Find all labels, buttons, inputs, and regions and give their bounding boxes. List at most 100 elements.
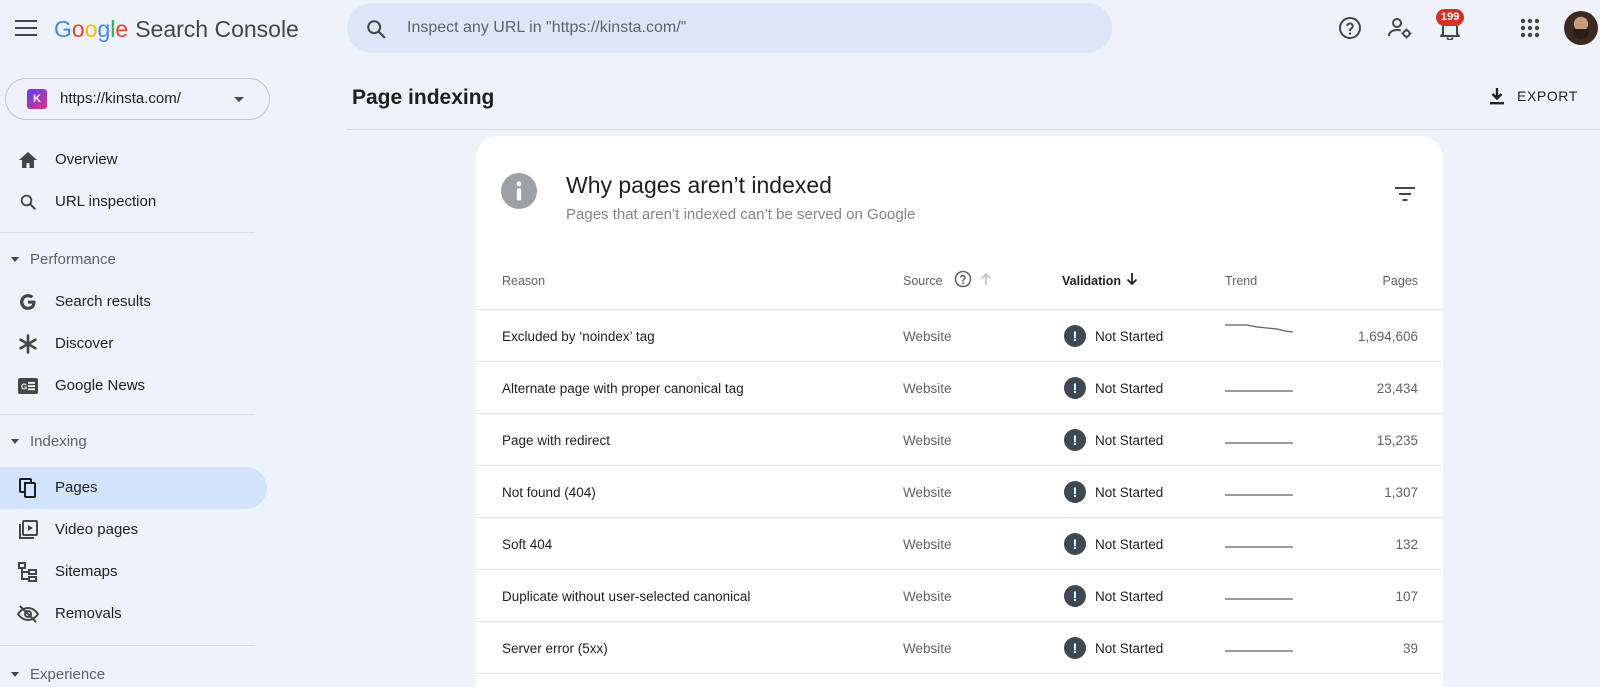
search-icon[interactable] (365, 18, 387, 40)
column-header-trend: Trend (1225, 274, 1258, 288)
row-validation-status: Not Started (1095, 381, 1164, 396)
sidebar-item-pages[interactable]: Pages (0, 467, 267, 509)
table-row[interactable]: Alternate page with proper canonical tag… (476, 361, 1443, 414)
product-name: Search Console (135, 16, 299, 42)
apps-grid-icon[interactable] (1516, 14, 1544, 42)
table-row[interactable]: Page with redirect Website ! Not Started… (476, 413, 1443, 466)
table-row[interactable]: Server error (5xx) Website ! Not Started… (476, 621, 1443, 674)
search-console-logo[interactable]: Google Search Console (54, 14, 299, 44)
collapse-arrow-icon (11, 257, 19, 262)
table-row[interactable]: Soft 404 Website ! Not Started 132 (476, 517, 1443, 570)
table-row[interactable]: Not found (404) Website ! Not Started 1,… (476, 465, 1443, 518)
sort-descending-icon[interactable] (1126, 272, 1138, 291)
row-source: Website (903, 485, 952, 500)
sidebar-item-overview[interactable]: Overview (0, 139, 267, 181)
trend-sparkline (1225, 324, 1294, 333)
row-reason: Page with redirect (502, 433, 611, 448)
table-row[interactable]: Duplicate without user-selected canonica… (476, 569, 1443, 622)
header-divider (347, 129, 1600, 130)
account-avatar[interactable] (1564, 11, 1598, 45)
page-title: Page indexing (352, 86, 495, 109)
row-pages-count: 132 (1395, 537, 1418, 552)
column-header-reason[interactable]: Reason (502, 274, 545, 288)
info-icon (501, 173, 537, 209)
sidebar-item-url-inspection[interactable]: URL inspection (0, 181, 267, 223)
google-g-icon (17, 291, 39, 313)
svg-text:G: G (21, 383, 27, 392)
row-reason: Soft 404 (502, 537, 553, 552)
row-validation-status: Not Started (1095, 641, 1164, 656)
row-validation-status: Not Started (1095, 537, 1164, 552)
search-icon (17, 191, 39, 213)
sort-ascending-icon[interactable] (980, 272, 992, 291)
top-app-bar: GoogleSearch Console 199 (0, 0, 1600, 56)
row-pages-count: 39 (1402, 641, 1418, 656)
sidebar-section-experience[interactable]: Experience (0, 663, 260, 687)
removals-icon (17, 603, 39, 625)
sidebar-divider (0, 645, 255, 646)
download-icon (1490, 88, 1504, 105)
column-header-source[interactable]: Source (903, 274, 943, 288)
card-subtitle: Pages that aren’t indexed can’t be serve… (566, 206, 916, 223)
sidebar-item-search-results[interactable]: Search results (0, 281, 267, 323)
row-source: Website (903, 589, 952, 604)
collapse-arrow-icon (11, 672, 19, 677)
sidebar-item-discover[interactable]: Discover (0, 323, 267, 365)
exclamation-icon: ! (1064, 429, 1086, 451)
trend-sparkline (1225, 546, 1293, 548)
row-validation-status: Not Started (1095, 433, 1164, 448)
filter-icon[interactable] (1394, 186, 1416, 206)
exclamation-icon: ! (1064, 637, 1086, 659)
help-icon[interactable] (954, 270, 972, 293)
chevron-down-icon (234, 97, 244, 102)
column-header-pages[interactable]: Pages (1383, 274, 1418, 288)
row-pages-count: 107 (1395, 589, 1418, 604)
help-icon[interactable] (1336, 14, 1364, 42)
not-indexed-reasons-card: Why pages aren’t indexed Pages that aren… (476, 136, 1443, 687)
sidebar-section-performance[interactable]: Performance (0, 248, 260, 272)
row-source: Website (903, 641, 952, 656)
asterisk-icon (17, 333, 39, 355)
row-source: Website (903, 381, 952, 396)
row-pages-count: 23,434 (1376, 381, 1418, 396)
exclamation-icon: ! (1064, 377, 1086, 399)
hamburger-menu-icon[interactable] (12, 14, 40, 42)
row-pages-count: 1,307 (1384, 485, 1418, 500)
sidebar-item-google-news[interactable]: G Google News (0, 365, 267, 407)
row-reason: Alternate page with proper canonical tag (502, 381, 744, 396)
row-reason: Excluded by ‘noindex’ tag (502, 329, 655, 344)
row-reason: Not found (404) (502, 485, 596, 500)
collapse-arrow-icon (11, 439, 19, 444)
property-favicon: K (27, 89, 47, 109)
row-pages-count: 15,235 (1376, 433, 1418, 448)
sidebar-item-sitemaps[interactable]: Sitemaps (0, 551, 267, 593)
property-url: https://kinsta.com/ (60, 90, 181, 107)
row-pages-count: 1,694,606 (1357, 329, 1418, 344)
url-inspection-search-bar[interactable] (347, 3, 1112, 53)
row-reason: Duplicate without user-selected canonica… (502, 589, 751, 604)
home-icon (17, 149, 39, 171)
export-button[interactable]: EXPORT (1489, 84, 1578, 108)
table-row-divider (476, 673, 1443, 687)
trend-sparkline (1225, 442, 1293, 444)
sidebar-item-video-pages[interactable]: Video pages (0, 509, 267, 551)
sidebar-item-removals[interactable]: Removals (0, 593, 267, 635)
row-source: Website (903, 433, 952, 448)
column-header-validation[interactable]: Validation (1062, 274, 1121, 288)
table-row[interactable]: Excluded by ‘noindex’ tag Website ! Not … (476, 309, 1443, 362)
row-validation-status: Not Started (1095, 329, 1164, 344)
exclamation-icon: ! (1064, 325, 1086, 347)
notification-count-badge: 199 (1436, 9, 1465, 26)
sidebar-section-indexing[interactable]: Indexing (0, 430, 260, 454)
manage-users-icon[interactable] (1386, 14, 1414, 42)
url-inspection-input[interactable] (407, 3, 1087, 53)
trend-sparkline (1225, 390, 1293, 392)
exclamation-icon: ! (1064, 585, 1086, 607)
row-validation-status: Not Started (1095, 589, 1164, 604)
sidebar-divider (0, 232, 255, 233)
sidebar-divider (0, 414, 255, 415)
property-selector[interactable]: K https://kinsta.com/ (5, 78, 270, 120)
video-pages-icon (17, 519, 39, 541)
row-validation-status: Not Started (1095, 485, 1164, 500)
news-icon: G (17, 375, 39, 397)
